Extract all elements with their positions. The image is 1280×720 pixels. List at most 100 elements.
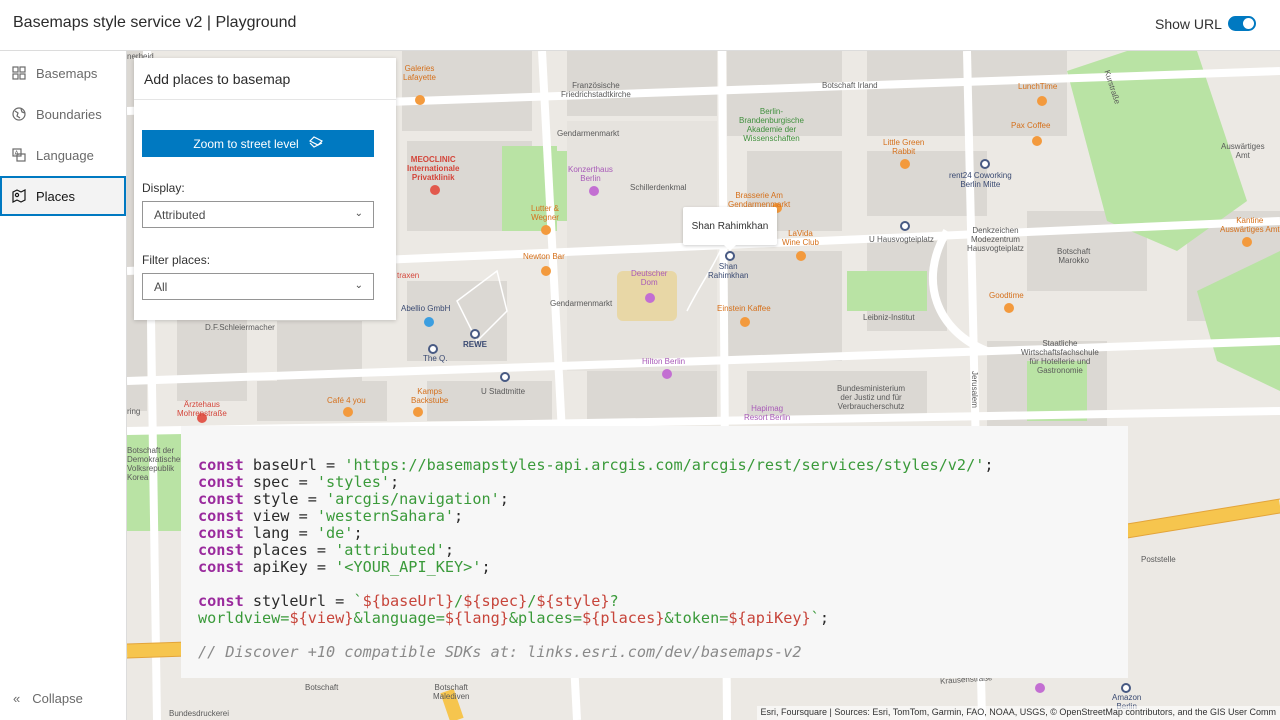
code-line: const baseUrl = 'https://basemapstyles-a… (198, 457, 1128, 474)
map-label: rent24 Coworking Berlin Mitte (949, 171, 1012, 189)
filter-places-select[interactable]: All ⌄ (142, 273, 374, 300)
poi-marker[interactable] (500, 372, 510, 382)
map-label: Einstein Kaffee (717, 304, 771, 313)
code-snippet[interactable]: const baseUrl = 'https://basemapstyles-a… (181, 426, 1128, 678)
poi-marker[interactable] (740, 317, 750, 327)
display-select[interactable]: Attributed ⌄ (142, 201, 374, 228)
code-token: ; (499, 490, 509, 508)
poi-marker[interactable] (541, 225, 551, 235)
code-token: style = (243, 490, 327, 508)
sidebar-item-label: Basemaps (36, 65, 98, 81)
code-token: ; (454, 507, 464, 525)
code-token: ${lang} (444, 609, 509, 627)
map-label: Ärztehaus Mohrenstraße (177, 400, 227, 418)
poi-marker[interactable] (415, 95, 425, 105)
map-label: Pax Coffee (1011, 121, 1051, 130)
code-token: ; (353, 524, 363, 542)
code-token: 'westernSahara' (316, 507, 455, 525)
poi-marker[interactable] (430, 185, 440, 195)
poi-marker[interactable] (428, 344, 438, 354)
map-label: Leibniz-Institut (863, 313, 915, 322)
poi-marker[interactable] (470, 329, 480, 339)
map-label: Shan Rahimkhan (708, 262, 749, 280)
poi-marker[interactable] (413, 407, 423, 417)
poi-marker[interactable] (980, 159, 990, 169)
code-token: lang = (243, 524, 317, 542)
poi-marker[interactable] (1032, 136, 1042, 146)
sidebar-item-language[interactable]: A Language (0, 135, 126, 175)
page-title: Basemaps style service v2 | Playground (13, 14, 297, 31)
double-chevron-left-icon: « (13, 690, 21, 706)
zoom-to-street-level-button[interactable]: Zoom to street level (142, 130, 374, 157)
sidebar-item-boundaries[interactable]: Boundaries (0, 94, 126, 134)
poi-marker[interactable] (900, 221, 910, 231)
map-label: Botschaft Marokko (1057, 247, 1091, 265)
poi-marker[interactable] (1121, 683, 1131, 693)
map-label: Hilton Berlin (642, 357, 686, 366)
code-token: const (198, 592, 244, 610)
code-token: worldview= (198, 609, 290, 627)
map-label: Newton Bar (523, 252, 565, 261)
panel-divider (134, 99, 396, 100)
code-token: ${style} (536, 592, 610, 610)
poi-marker[interactable] (1004, 303, 1014, 313)
poi-marker[interactable] (343, 407, 353, 417)
sidebar-item-basemaps[interactable]: Basemaps (0, 53, 126, 93)
code-token: apiKey = (243, 558, 336, 576)
map-label: Jerusalem (970, 371, 979, 408)
map-label: Französische Friedrichstadtkirche (561, 81, 631, 99)
code-token: '<YOUR_API_KEY>' (335, 558, 482, 576)
app-header: Basemaps style service v2 | Playground S… (0, 0, 1280, 51)
code-token: ; (390, 473, 400, 491)
code-line: worldview=${view}&language=${lang}&place… (198, 610, 1128, 627)
zoom-button-label: Zoom to street level (193, 136, 299, 151)
poi-marker[interactable] (645, 293, 655, 303)
poi-marker[interactable] (662, 369, 672, 379)
code-token: const (198, 541, 244, 559)
poi-marker[interactable] (424, 317, 434, 327)
code-token: // Discover +10 compatible SDKs at: link… (198, 643, 802, 661)
map-label: Poststelle (1141, 555, 1176, 564)
poi-marker[interactable] (900, 159, 910, 169)
map-label: Staatliche Wirtschaftsfachschule für Hot… (1021, 339, 1099, 375)
map-label: Botschaft der Demokratischen Volksrepubl… (127, 446, 185, 482)
poi-marker[interactable] (796, 251, 806, 261)
sidebar: Basemaps Boundaries A Language Places « … (0, 51, 127, 720)
globe-icon (12, 107, 26, 121)
map-label: Hapimag Resort Berlin (744, 404, 791, 422)
collapse-button[interactable]: « Collapse (0, 678, 126, 718)
chevron-down-icon: ⌄ (354, 280, 363, 291)
poi-marker[interactable] (1035, 683, 1045, 693)
map-label: Berlin- Brandenburgische Akademie der Wi… (739, 107, 804, 143)
poi-marker[interactable] (1037, 96, 1047, 106)
map-label: Gendarmenmarkt (557, 129, 620, 138)
show-url-toggle[interactable] (1228, 16, 1256, 31)
sidebar-item-label: Boundaries (36, 106, 102, 122)
sidebar-item-places[interactable]: Places (0, 176, 126, 216)
chevron-down-icon: ⌄ (354, 208, 363, 219)
code-token: baseUrl = (243, 456, 345, 474)
poi-marker[interactable] (725, 251, 735, 261)
code-token: ${spec} (463, 592, 528, 610)
code-token: spec = (243, 473, 317, 491)
map-label: Kamps Backstube (411, 387, 449, 405)
code-token: 'attributed' (335, 541, 445, 559)
map-label: Abellio GmbH (401, 304, 451, 313)
map-label: Lutter & Wegner (531, 204, 560, 222)
code-token: ; (444, 541, 455, 559)
poi-marker[interactable] (541, 266, 551, 276)
code-token: ${places} (582, 609, 665, 627)
code-line: const places = 'attributed'; (198, 542, 1128, 559)
poi-marker[interactable] (1242, 237, 1252, 247)
code-token: / (527, 592, 537, 610)
map-label: traxen (397, 271, 420, 280)
poi-marker[interactable] (589, 186, 599, 196)
map-popup-callout[interactable]: Shan Rahimkhan (683, 207, 777, 251)
map-label: Bundesdruckerei (169, 709, 230, 718)
map-label: MEOCLINIC Internationale Privatklinik (407, 155, 460, 182)
code-token: const (198, 524, 244, 542)
language-icon: A (12, 148, 26, 162)
filter-select-value: All (154, 279, 168, 294)
code-token: ${baseUrl} (362, 592, 455, 610)
code-token: ` (810, 609, 820, 627)
